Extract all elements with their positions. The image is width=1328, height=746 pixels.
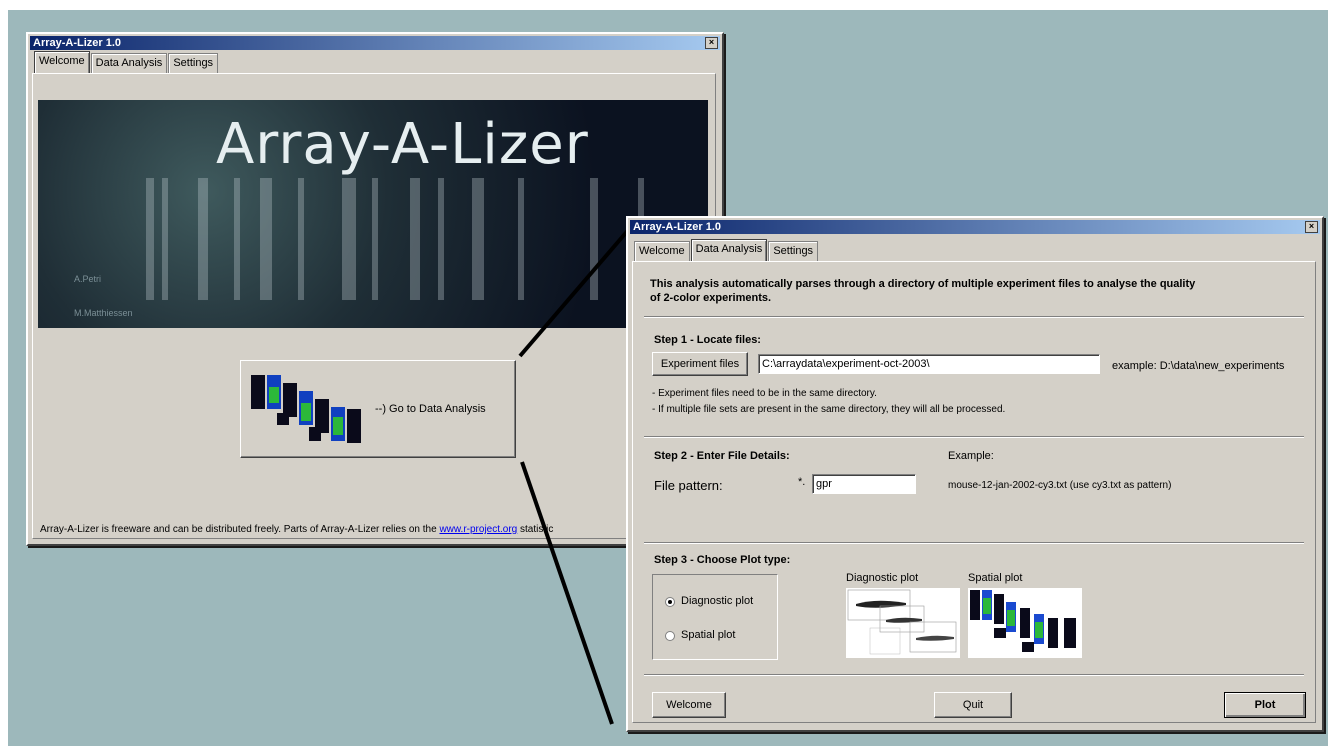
go-to-data-analysis-button[interactable]: --) Go to Data Analysis [240,360,516,458]
step1-note-1: - Experiment files need to be in the sam… [652,388,877,399]
diagnostic-plot-radio-label[interactable]: Diagnostic plot [681,595,753,607]
plot-type-group: Diagnostic plot Spatial plot [652,574,778,660]
divider [644,436,1304,438]
spatial-plot-radio[interactable] [665,631,675,641]
close-icon[interactable]: × [705,37,718,49]
close-icon[interactable]: × [1305,221,1318,233]
welcome-window-titlebar[interactable]: Array-A-Lizer 1.0 × [30,36,720,50]
welcome-window-title: Array-A-Lizer 1.0 [33,37,122,49]
data-analysis-window: Array-A-Lizer 1.0 × Welcome Data Analysi… [626,216,1324,732]
data-analysis-window-tabs: Welcome Data Analysis Settings [634,239,819,261]
step1-heading: Step 1 - Locate files: [654,334,761,346]
tab-welcome[interactable]: Welcome [34,51,90,73]
tab-settings[interactable]: Settings [768,241,819,261]
divider [644,316,1304,318]
step2-example-text: mouse-12-jan-2002-cy3.txt (use cy3.txt a… [948,480,1172,491]
quit-button[interactable]: Quit [934,692,1012,718]
go-to-data-analysis-label: --) Go to Data Analysis [375,403,486,415]
plot-button[interactable]: Plot [1224,692,1306,718]
step2-example-heading: Example: [948,450,994,462]
file-pattern-prefix: *. [798,476,806,488]
experiment-path-input[interactable]: C:\arraydata\experiment-oct-2003\ [758,354,1100,374]
experiment-files-button[interactable]: Experiment files [652,352,748,376]
divider [644,674,1304,676]
divider [644,542,1304,544]
data-analysis-window-titlebar[interactable]: Array-A-Lizer 1.0 × [630,220,1320,234]
welcome-window: Array-A-Lizer 1.0 × Welcome Data Analysi… [26,32,724,546]
tab-welcome[interactable]: Welcome [634,241,690,261]
r-project-link[interactable]: www.r-project.org [439,524,517,535]
diagnostic-plot-thumbnail [846,588,960,658]
spatial-plot-radio-label[interactable]: Spatial plot [681,629,735,641]
spatial-thumb-label: Spatial plot [968,572,1023,584]
tab-data-analysis[interactable]: Data Analysis [690,239,768,261]
step1-example-text: example: D:\data\new_experiments [1112,360,1285,372]
step1-note-2: - If multiple file sets are present in t… [652,404,1006,415]
spatial-plot-thumbnail [968,588,1082,658]
banner-credit-2: M.Matthiessen [74,308,133,318]
step2-heading: Step 2 - Enter File Details: [654,450,790,462]
step3-heading: Step 3 - Choose Plot type: [654,554,791,566]
diagnostic-thumb-label: Diagnostic plot [846,572,919,584]
banner-credit-1: A.Petri [74,274,102,284]
intro-text-line-1: This analysis automatically parses throu… [650,278,1196,290]
welcome-footer-text: Array-A-Lizer is freeware and can be dis… [40,524,554,535]
intro-text-line-2: of 2-color experiments. [650,292,772,304]
banner-title: Array-A-Lizer [216,112,589,177]
spatial-plot-icon [251,375,361,443]
data-analysis-window-title: Array-A-Lizer 1.0 [633,221,722,233]
diagnostic-plot-radio[interactable] [665,597,675,607]
file-pattern-label: File pattern: [654,478,723,493]
file-pattern-input[interactable]: gpr [812,474,916,494]
tab-settings[interactable]: Settings [168,53,219,73]
welcome-button[interactable]: Welcome [652,692,726,718]
welcome-window-tabs: Welcome Data Analysis Settings [34,51,219,73]
tab-data-analysis[interactable]: Data Analysis [90,53,168,73]
splash-banner: Array-A-Lizer A.Petri M.Matthiessen [38,100,708,328]
